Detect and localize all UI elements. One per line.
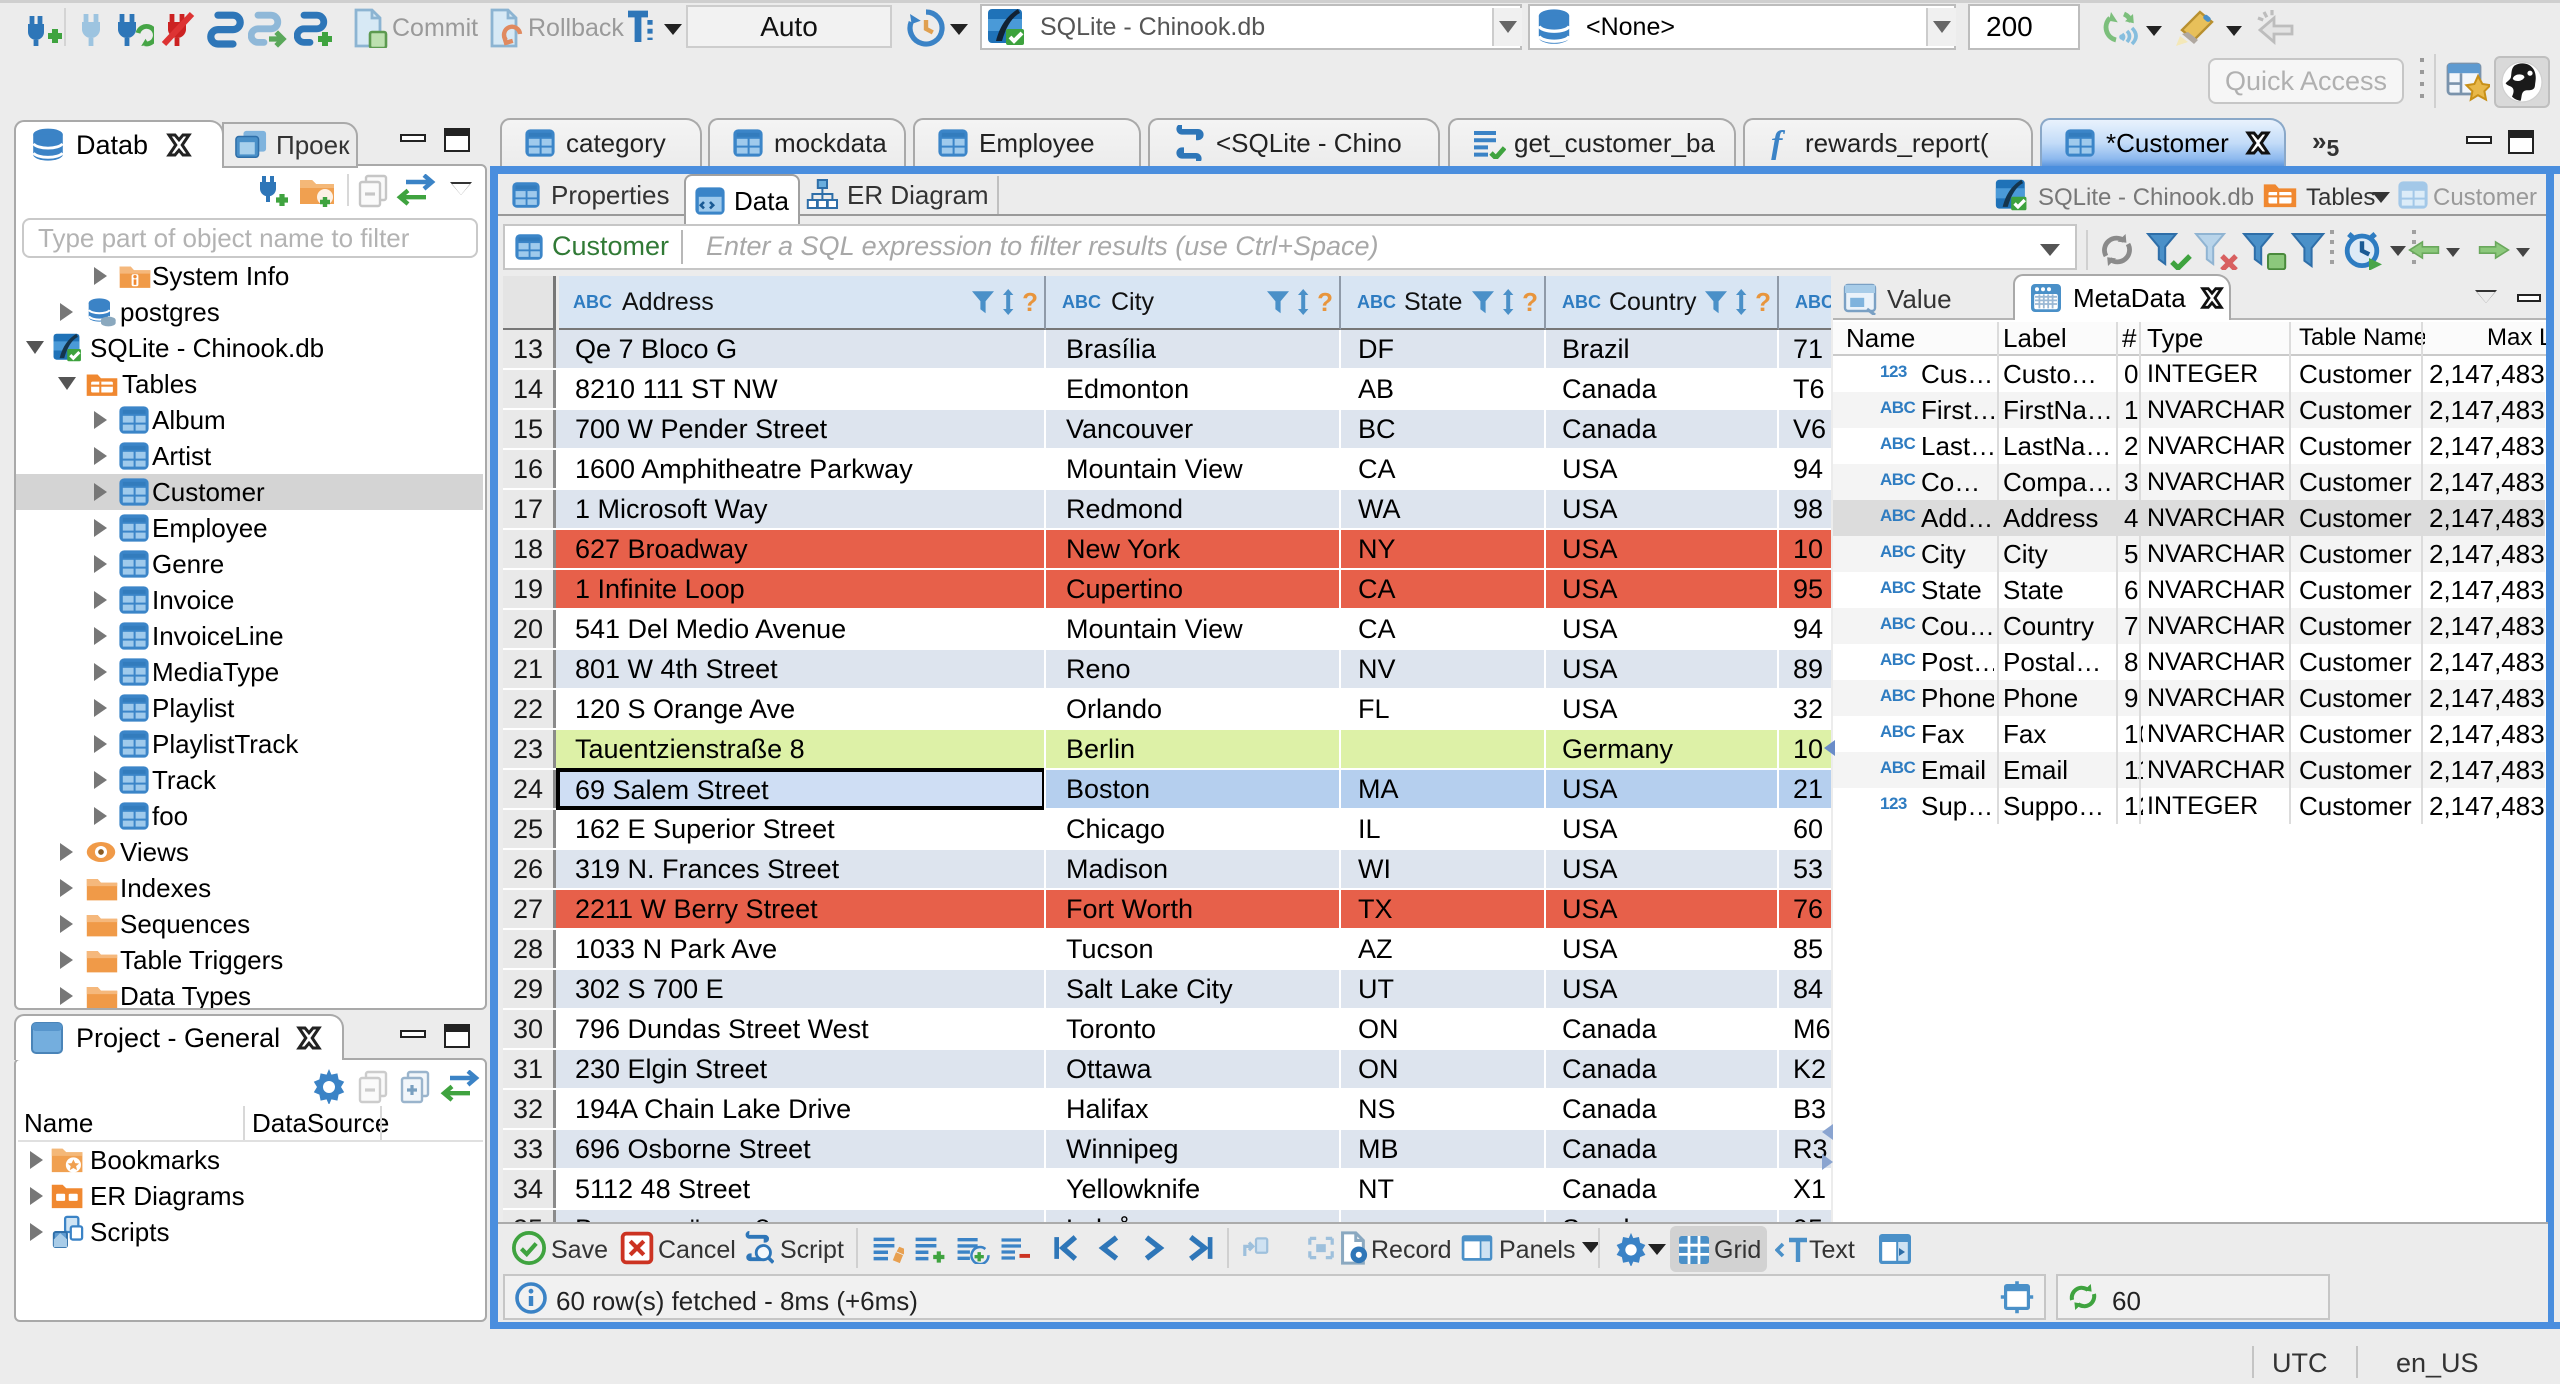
svg-text:f: f (1771, 126, 1786, 160)
